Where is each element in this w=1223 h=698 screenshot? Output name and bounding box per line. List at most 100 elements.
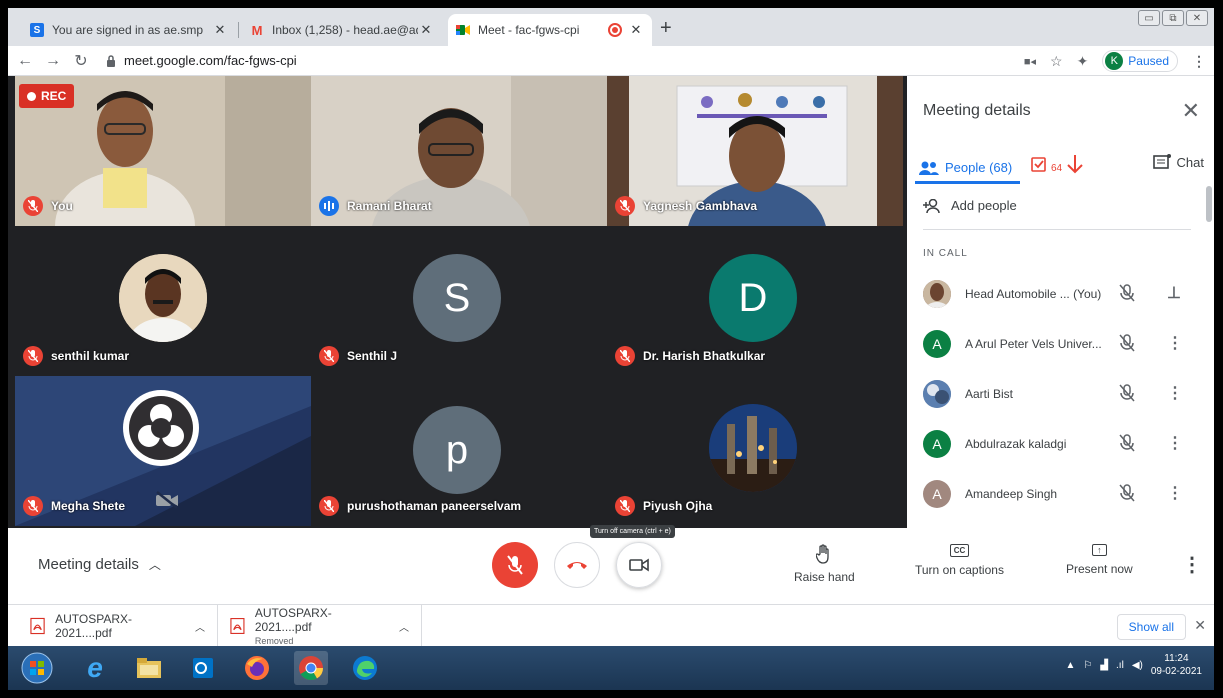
- present-now-button[interactable]: ↑ Present now: [1066, 544, 1133, 576]
- close-window-icon[interactable]: ✕: [1186, 10, 1208, 26]
- maximize-icon[interactable]: ⧉: [1162, 10, 1184, 26]
- new-tab-button[interactable]: +: [660, 18, 672, 38]
- more-options-icon[interactable]: ⋮: [1167, 383, 1183, 403]
- show-hidden-icons-icon[interactable]: ▲: [1065, 660, 1075, 671]
- participant-tile[interactable]: senthil kumar: [15, 226, 311, 376]
- more-options-icon[interactable]: ⋮: [1167, 433, 1183, 453]
- network-icon[interactable]: ▟: [1100, 660, 1108, 671]
- menu-icon[interactable]: ⋮: [1192, 53, 1206, 70]
- participant-list-item[interactable]: A Amandeep Singh ⋮: [923, 474, 1195, 514]
- panel-scrollbar[interactable]: [1206, 186, 1212, 222]
- avatar: A: [923, 430, 951, 458]
- close-tab-icon[interactable]: ✕: [418, 22, 434, 38]
- raise-hand-button[interactable]: Raise hand: [794, 544, 855, 584]
- internet-explorer-icon[interactable]: e: [78, 651, 112, 685]
- forward-icon[interactable]: →: [42, 52, 64, 70]
- downloads-bar: AUTOSPARX-2021....pdf ︿ AUTOSPARX-2021..…: [8, 604, 1214, 647]
- start-button[interactable]: [20, 651, 54, 685]
- participant-tile[interactable]: REC You: [15, 76, 311, 226]
- participant-tile[interactable]: Megha Shete: [15, 376, 311, 526]
- file-explorer-icon[interactable]: [132, 651, 166, 685]
- avatar: [119, 254, 207, 342]
- participant-tile[interactable]: Ramani Bharat: [311, 76, 607, 226]
- participant-tile[interactable]: Piyush Ojha: [607, 376, 903, 526]
- outlook-icon[interactable]: [186, 651, 220, 685]
- camera-toggle-button[interactable]: [616, 542, 662, 588]
- tab-tasks[interactable]: 64: [1031, 154, 1084, 174]
- mic-off-icon: [319, 496, 339, 516]
- chrome-icon[interactable]: [294, 651, 328, 685]
- avatar: [923, 380, 951, 408]
- firefox-icon[interactable]: [240, 651, 274, 685]
- close-tab-icon[interactable]: ✕: [212, 22, 228, 38]
- address-bar[interactable]: meet.google.com/fac-fgws-cpi: [106, 53, 297, 68]
- toolbar-actions: ■◂ ☆ ✦ K Paused ⋮: [1024, 50, 1206, 72]
- download-item[interactable]: AUTOSPARX-2021....pdf ︿: [18, 605, 218, 647]
- extensions-icon[interactable]: ✦: [1077, 53, 1089, 70]
- participant-list-item[interactable]: Aarti Bist ⋮: [923, 374, 1195, 414]
- avatar: p: [413, 406, 501, 494]
- chevron-up-icon[interactable]: ︿: [195, 619, 205, 634]
- mic-off-icon: [1119, 334, 1135, 357]
- download-filename: AUTOSPARX-2021....pdf: [254, 606, 332, 634]
- close-icon[interactable]: ✕: [1194, 617, 1206, 634]
- participant-list-item[interactable]: A Abdulrazak kaladgi ⋮: [923, 424, 1195, 464]
- back-icon[interactable]: ←: [14, 52, 36, 70]
- participant-tile[interactable]: Yagnesh Gambhava: [607, 76, 903, 226]
- camera-off-icon: [155, 491, 179, 514]
- participant-tile[interactable]: D Dr. Harish Bhatkulkar: [607, 226, 903, 376]
- star-icon[interactable]: ☆: [1050, 53, 1063, 70]
- avatar: A: [923, 480, 951, 508]
- reload-icon[interactable]: ↻: [70, 51, 92, 71]
- edge-icon[interactable]: [348, 651, 382, 685]
- profile-status: Paused: [1128, 54, 1169, 68]
- tab-inbox[interactable]: M Inbox (1,258) - head.ae@adit.ac.i ✕: [242, 14, 442, 46]
- add-people-button[interactable]: Add people: [923, 198, 1017, 213]
- avatar: [709, 404, 797, 492]
- tab-title: Meet - fac-fgws-cpi: [478, 23, 580, 37]
- tab-signed-in[interactable]: S You are signed in as ae.smp ✕: [22, 14, 236, 46]
- tab-people[interactable]: People (68): [915, 154, 1020, 184]
- more-options-icon[interactable]: ⋮: [1167, 483, 1183, 503]
- participant-name-label: Ramani Bharat: [319, 196, 432, 216]
- speaking-indicator-icon: [319, 196, 339, 216]
- more-options-icon[interactable]: ⋮: [1167, 333, 1183, 353]
- close-icon[interactable]: ✕: [1182, 98, 1200, 124]
- present-icon: ↑: [1092, 544, 1107, 556]
- minimize-icon[interactable]: ▭: [1138, 10, 1160, 26]
- close-tab-icon[interactable]: ✕: [628, 22, 644, 38]
- tab-strip: S You are signed in as ae.smp ✕ M Inbox …: [8, 8, 1214, 46]
- recording-icon: [608, 23, 622, 37]
- pdf-file-icon: [30, 617, 45, 635]
- participant-list-item[interactable]: Head Automobile ... (You) ⊥: [923, 274, 1195, 314]
- more-options-icon[interactable]: ⋮: [1182, 552, 1202, 577]
- phone-hangup-icon: [567, 562, 587, 569]
- flag-icon[interactable]: ⚐: [1083, 660, 1092, 671]
- chevron-up-icon[interactable]: ︿: [399, 619, 409, 634]
- tab-chat[interactable]: Chat: [1152, 154, 1204, 170]
- volume-icon[interactable]: ◀): [1132, 660, 1143, 671]
- meeting-details-panel: Meeting details ✕ People (68) 64 Chat Ad…: [907, 76, 1214, 528]
- mic-off-icon: [615, 346, 635, 366]
- clock[interactable]: 11:24 09-02-2021: [1151, 652, 1202, 678]
- download-item[interactable]: AUTOSPARX-2021....pdf Removed ︿: [218, 605, 422, 647]
- participant-name: A Arul Peter Vels Univer...: [965, 337, 1102, 351]
- participant-tile[interactable]: p purushothaman paneerselvam: [311, 376, 607, 526]
- participant-list-item[interactable]: A A Arul Peter Vels Univer... ⋮: [923, 324, 1195, 364]
- mic-off-icon: [507, 555, 523, 575]
- captions-button[interactable]: CC Turn on captions: [915, 544, 1004, 577]
- participant-tile[interactable]: S Senthil J: [311, 226, 607, 376]
- camera-indicator-icon[interactable]: ■◂: [1024, 55, 1036, 68]
- mic-off-icon: [615, 196, 635, 216]
- signal-icon[interactable]: .ıl: [1116, 660, 1124, 671]
- meet-icon: [456, 23, 470, 37]
- participant-name-label: Dr. Harish Bhatkulkar: [615, 346, 765, 366]
- meeting-details-toggle[interactable]: Meeting details ︿: [38, 556, 161, 573]
- tab-meet[interactable]: Meet - fac-fgws-cpi ✕: [448, 14, 652, 46]
- show-all-button[interactable]: Show all: [1116, 614, 1186, 640]
- pin-icon[interactable]: ⊥: [1167, 283, 1181, 303]
- captions-icon: CC: [949, 544, 970, 557]
- mic-toggle-button[interactable]: [492, 542, 538, 588]
- leave-call-button[interactable]: [554, 542, 600, 588]
- profile-button[interactable]: K Paused: [1102, 50, 1178, 72]
